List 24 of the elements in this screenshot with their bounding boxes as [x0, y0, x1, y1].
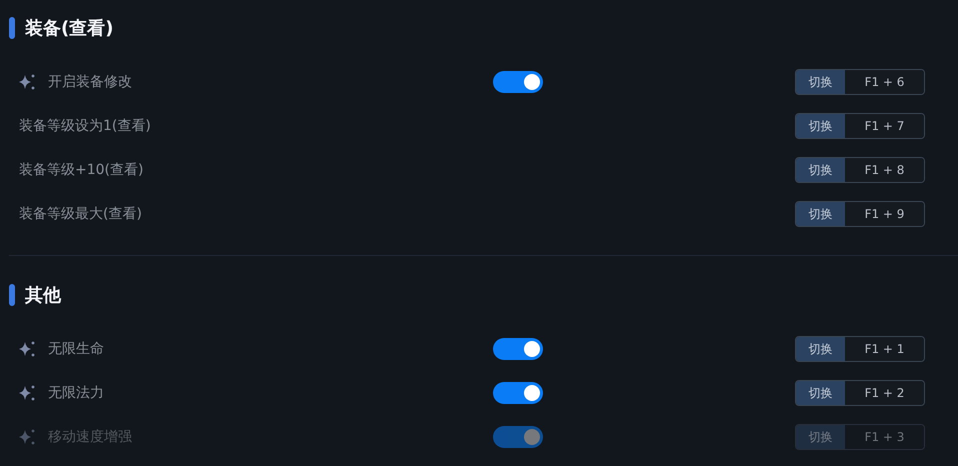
sparkle-icon [18, 340, 36, 358]
option-label: 装备等级最大(查看) [19, 205, 142, 223]
toggle-switch[interactable] [493, 338, 543, 360]
sparkle-icon [18, 73, 36, 91]
section-marker [9, 17, 15, 39]
section-marker [9, 284, 15, 306]
sparkle-icon [18, 384, 36, 402]
option-label: 移动速度增强 [48, 428, 132, 446]
hotkey-field[interactable]: 切换 F1 + 2 [795, 380, 925, 406]
toggle-switch[interactable] [493, 382, 543, 404]
hotkey-field[interactable]: 切换 F1 + 6 [795, 69, 925, 95]
option-label: 装备等级设为1(查看) [19, 117, 151, 135]
option-label: 开启装备修改 [48, 73, 132, 91]
hotkey-field[interactable]: 切换 F1 + 7 [795, 113, 925, 139]
section-title: 其他 [25, 284, 61, 307]
option-label: 无限生命 [48, 340, 104, 358]
option-label: 装备等级+10(查看) [19, 161, 144, 179]
hotkey-field[interactable]: 切换 F1 + 1 [795, 336, 925, 362]
hotkey-field[interactable]: 切换 F1 + 9 [795, 201, 925, 227]
hotkey-field[interactable]: 切换 F1 + 8 [795, 157, 925, 183]
option-label: 无限法力 [48, 384, 104, 402]
section-title: 装备(查看) [25, 17, 114, 40]
toggle-switch[interactable] [493, 71, 543, 93]
sparkle-icon [18, 428, 36, 446]
